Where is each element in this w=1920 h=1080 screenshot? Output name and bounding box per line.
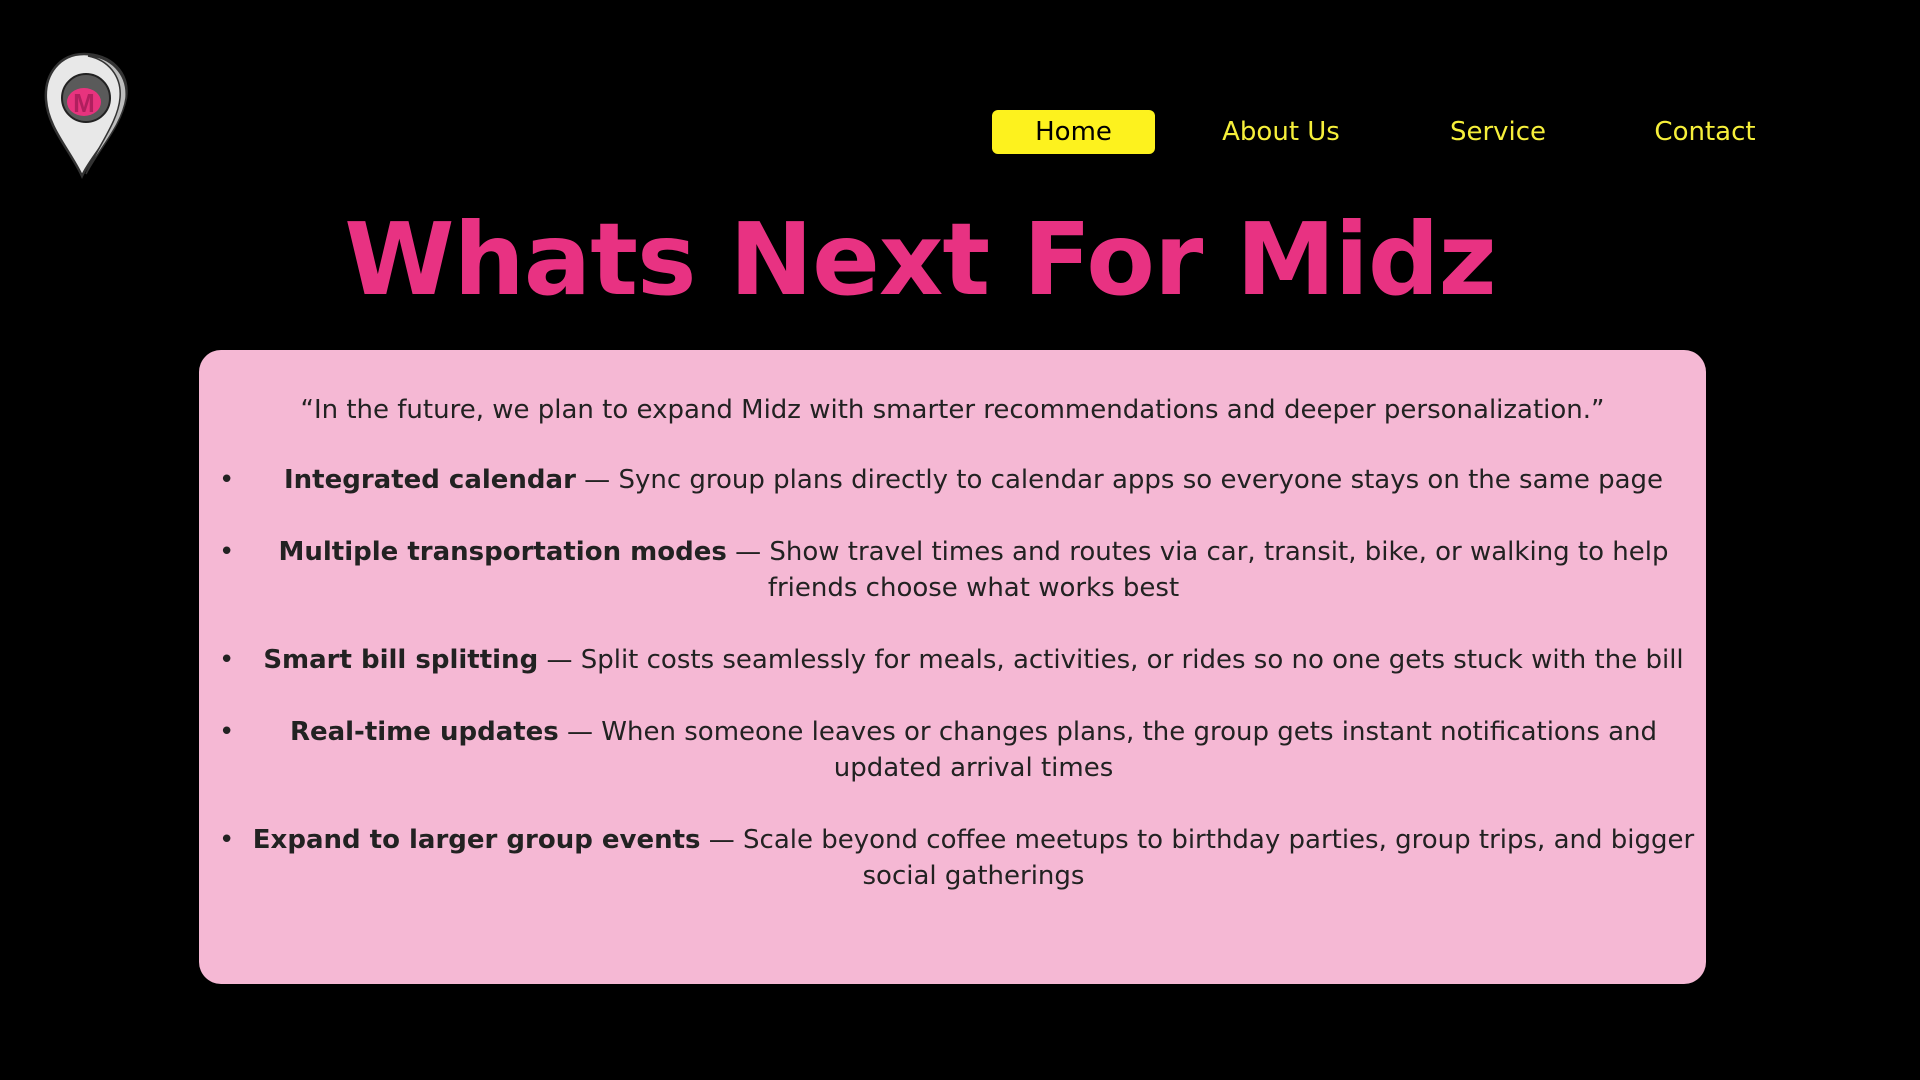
nav-item-about-us[interactable]: About Us: [1200, 110, 1362, 154]
page: M Home About Us Service Contact Whats Ne…: [0, 0, 1920, 1080]
feature-title: Expand to larger group events: [252, 825, 701, 855]
bullet-icon: •: [219, 825, 235, 855]
feature-title: Smart bill splitting: [263, 645, 539, 675]
feature-item-integrated-calendar: • Integrated calendar — Sync group plans…: [199, 462, 1706, 498]
feature-description: — Show travel times and routes via car, …: [726, 537, 1669, 603]
feature-list: • Integrated calendar — Sync group plans…: [199, 462, 1706, 894]
feature-title: Integrated calendar: [283, 465, 576, 495]
feature-item-larger-group-events: • Expand to larger group events — Scale …: [199, 822, 1706, 894]
nav-item-contact[interactable]: Contact: [1630, 110, 1780, 154]
feature-item-bill-splitting: • Smart bill splitting — Split costs sea…: [199, 642, 1706, 678]
main-nav: Home About Us Service Contact: [0, 110, 1920, 154]
feature-description: — Sync group plans directly to calendar …: [575, 465, 1664, 495]
feature-title: Multiple transportation modes: [278, 537, 727, 567]
vision-quote: “In the future, we plan to expand Midz w…: [300, 395, 1605, 425]
bullet-icon: •: [219, 465, 235, 495]
bullet-icon: •: [219, 645, 235, 675]
bullet-icon: •: [219, 717, 235, 747]
feature-item-real-time-updates: • Real-time updates — When someone leave…: [199, 714, 1706, 786]
feature-item-transportation-modes: • Multiple transportation modes — Show t…: [199, 534, 1706, 606]
page-title: Whats Next For Midz: [344, 201, 1496, 318]
bullet-icon: •: [219, 537, 235, 567]
feature-description: — Split costs seamlessly for meals, acti…: [538, 645, 1684, 675]
nav-item-service[interactable]: Service: [1418, 110, 1578, 154]
feature-title: Real-time updates: [289, 717, 559, 747]
nav-item-home[interactable]: Home: [992, 110, 1155, 154]
roadmap-card: “In the future, we plan to expand Midz w…: [199, 350, 1706, 984]
feature-description: — Scale beyond coffee meetups to birthda…: [700, 825, 1695, 891]
feature-description: — When someone leaves or changes plans, …: [558, 717, 1658, 783]
